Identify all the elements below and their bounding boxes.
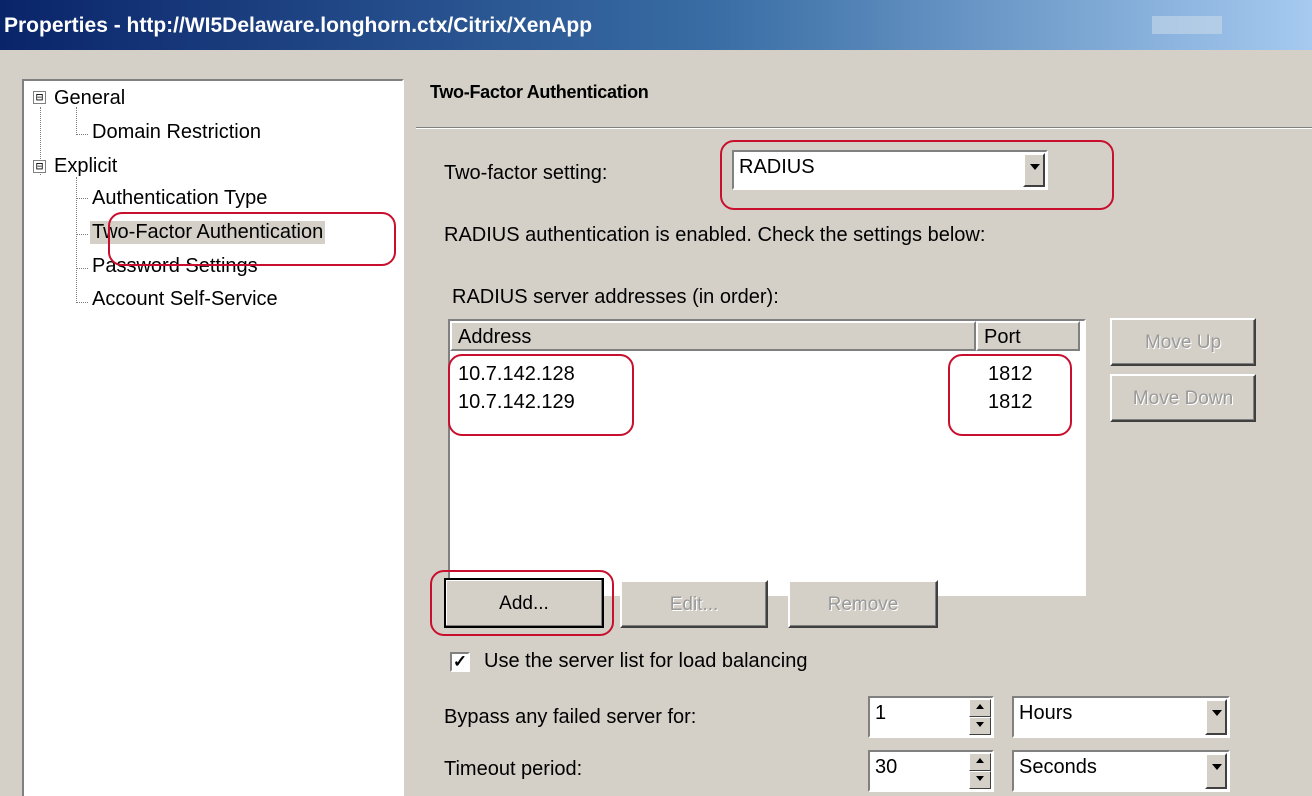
bypass-unit-value: Hours [1019, 702, 1073, 724]
add-button[interactable]: Add... [444, 578, 604, 628]
tree-item-explicit[interactable]: Explicit [52, 155, 119, 178]
bypass-duration-spinner[interactable]: 1 [868, 696, 994, 738]
title-bar: Properties - http://WI5Delaware.longhorn… [0, 0, 1312, 50]
tree-connector [76, 198, 88, 199]
edit-button[interactable]: Edit... [620, 580, 768, 628]
tree-connector [76, 107, 77, 135]
collapse-icon[interactable]: ⊟ [33, 160, 46, 173]
server-port[interactable]: 1812 [988, 363, 1033, 386]
server-port[interactable]: 1812 [988, 391, 1033, 414]
timeout-label: Timeout period: [444, 758, 583, 780]
bypass-unit-select[interactable]: Hours [1012, 696, 1230, 738]
tree-item-password-settings[interactable]: Password Settings [90, 255, 260, 278]
spinner-buttons[interactable] [969, 753, 991, 789]
radius-server-list[interactable]: Address Port 10.7.142.128 1812 10.7.142.… [448, 319, 1086, 596]
section-title: Two-Factor Authentication [430, 82, 649, 102]
chevron-down-icon[interactable] [1205, 699, 1227, 735]
settings-tree[interactable]: ⊟ General Domain Restriction ⊟ Explicit … [22, 79, 404, 796]
chevron-down-icon[interactable] [1205, 753, 1227, 789]
timeout-unit-select[interactable]: Seconds [1012, 750, 1230, 792]
move-up-button[interactable]: Move Up [1110, 318, 1256, 366]
column-header-address[interactable]: Address [450, 321, 976, 351]
tree-connector [76, 177, 77, 303]
two-factor-setting-value: RADIUS [739, 156, 815, 178]
move-down-button[interactable]: Move Down [1110, 374, 1256, 422]
two-factor-setting-select[interactable]: RADIUS [732, 150, 1048, 190]
bypass-label: Bypass any failed server for: [444, 706, 697, 728]
spinner-buttons[interactable] [969, 699, 991, 735]
load-balancing-checkbox[interactable]: ✓ [450, 652, 470, 672]
tree-connector [76, 268, 88, 269]
tree-connector [76, 234, 88, 235]
tree-item-two-factor-authentication[interactable]: Two-Factor Authentication [90, 221, 326, 244]
spin-down-icon[interactable] [969, 717, 991, 735]
spin-up-icon[interactable] [969, 753, 991, 771]
server-address[interactable]: 10.7.142.129 [458, 391, 575, 414]
spin-up-icon[interactable] [969, 699, 991, 717]
column-header-port[interactable]: Port [976, 321, 1080, 351]
server-address[interactable]: 10.7.142.128 [458, 363, 575, 386]
properties-window: Properties - http://WI5Delaware.longhorn… [0, 0, 1312, 796]
radius-servers-label: RADIUS server addresses (in order): [452, 286, 779, 308]
window-title: Properties - http://WI5Delaware.longhorn… [4, 14, 593, 37]
tree-item-general[interactable]: General [52, 87, 127, 110]
tree-item-account-self-service[interactable]: Account Self-Service [90, 288, 280, 311]
tree-connector [76, 134, 88, 135]
timeout-value: 30 [875, 756, 898, 778]
tree-connector [76, 302, 88, 303]
remove-button[interactable]: Remove [788, 580, 938, 628]
load-balancing-label: Use the server list for load balancing [484, 650, 808, 672]
bypass-duration-value: 1 [875, 702, 887, 724]
tree-item-domain-restriction[interactable]: Domain Restriction [90, 121, 263, 144]
spin-down-icon[interactable] [969, 771, 991, 789]
tree-item-authentication-type[interactable]: Authentication Type [90, 187, 269, 210]
timeout-spinner[interactable]: 30 [868, 750, 994, 792]
radius-status-text: RADIUS authentication is enabled. Check … [444, 224, 986, 246]
collapse-icon[interactable]: ⊟ [33, 91, 46, 104]
chevron-down-icon[interactable] [1023, 153, 1045, 187]
header-divider [416, 127, 1312, 129]
title-bar-decoration [1152, 16, 1222, 34]
timeout-unit-value: Seconds [1019, 756, 1097, 778]
two-factor-setting-label: Two-factor setting: [444, 162, 608, 184]
